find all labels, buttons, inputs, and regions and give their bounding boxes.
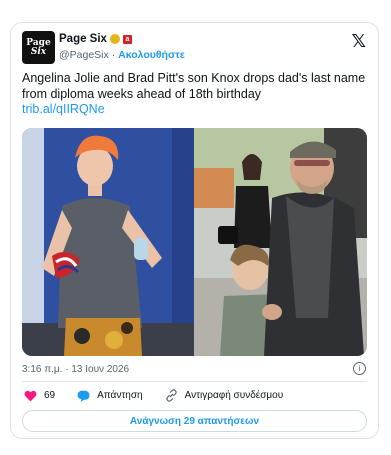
account-name-row: Page Six a	[59, 33, 132, 45]
x-logo-icon[interactable]: 𝕏	[351, 31, 366, 52]
tweet-card: Page Six Page Six a @PageSix · Ακολουθήσ…	[10, 22, 379, 439]
tweet-media[interactable]	[22, 128, 367, 356]
account-name[interactable]: Page Six	[59, 33, 107, 45]
reply-button[interactable]: Απάντηση	[77, 390, 143, 402]
divider	[22, 381, 367, 382]
reply-bubble-icon	[77, 390, 90, 402]
photo-left[interactable]	[22, 128, 194, 356]
read-replies-label: Ανάγνωση 29 απαντήσεων	[129, 415, 260, 427]
photo-right-image	[194, 128, 367, 356]
like-button[interactable]: 69	[24, 390, 55, 402]
info-icon[interactable]: i	[353, 362, 366, 375]
tweet-link[interactable]: trib.al/qIIRQNe	[22, 102, 367, 118]
like-count: 69	[44, 390, 56, 401]
reply-label: Απάντηση	[97, 390, 143, 401]
photo-right[interactable]	[194, 128, 367, 356]
handle-row: @PageSix · Ακολουθήστε	[59, 49, 185, 61]
copy-link-button[interactable]: Αντιγραφή συνδέσμου	[165, 389, 284, 402]
tweet-text: Angelina Jolie and Brad Pitt's son Knox …	[22, 71, 367, 118]
avatar-text-line2: Six	[30, 46, 47, 57]
copy-link-label: Αντιγραφή συνδέσμου	[184, 390, 284, 401]
follow-button[interactable]: Ακολουθήστε	[118, 49, 185, 61]
tweet-body: Angelina Jolie and Brad Pitt's son Knox …	[22, 71, 366, 101]
tweet-timestamp[interactable]: 3:16 π.μ. · 13 Ιουν 2026	[22, 364, 129, 375]
heart-icon	[24, 390, 37, 401]
photo-left-image	[22, 128, 194, 356]
account-handle[interactable]: @PageSix	[59, 49, 109, 61]
link-icon	[165, 389, 177, 402]
affiliate-flag-icon: a	[122, 34, 132, 44]
read-replies-button[interactable]: Ανάγνωση 29 απαντήσεων	[22, 410, 367, 432]
avatar[interactable]: Page Six	[22, 31, 55, 64]
action-bar: 69 Απάντηση Αντιγραφή συνδέσμου	[24, 389, 305, 402]
handle-separator: ·	[108, 49, 119, 61]
verified-badge-icon	[109, 34, 120, 44]
